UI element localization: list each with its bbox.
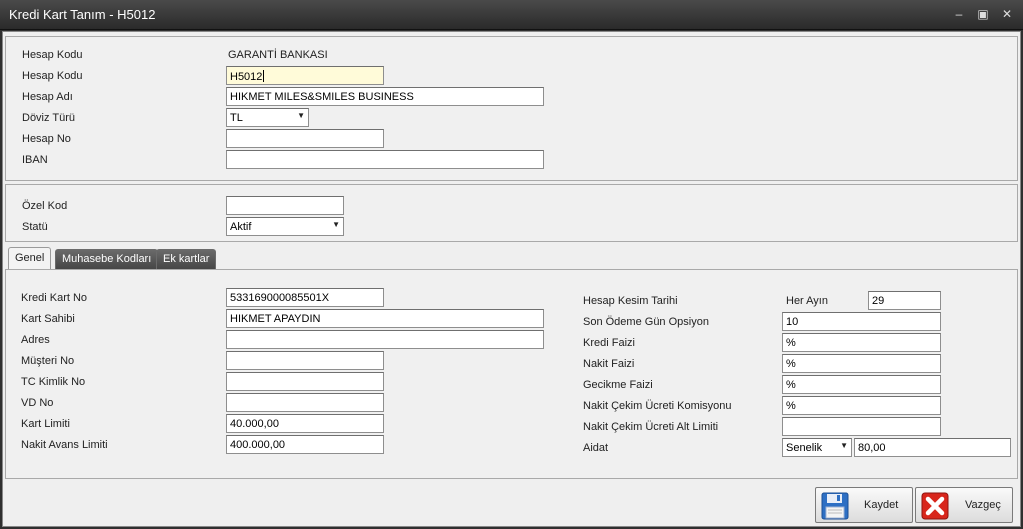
card-no-label: Kredi Kart No (21, 292, 88, 304)
general-tab-panel: Kredi Kart No 533169000085501X Kart Sahi… (5, 269, 1018, 479)
tab-accounting-codes[interactable]: Muhasebe Kodları (55, 249, 159, 269)
tab-extra-cards[interactable]: Ek kartlar (156, 249, 217, 269)
cash-limit-input[interactable]: 400.000,00 (226, 435, 384, 454)
cash-fee-min-label: Nakit Çekim Ücreti Alt Limiti (583, 421, 719, 433)
cancel-button-label: Vazgeç (965, 499, 1001, 511)
iban-label: IBAN (22, 154, 48, 166)
card-holder-input[interactable]: HIKMET APAYDIN (226, 309, 544, 328)
floppy-disk-icon (821, 492, 849, 520)
due-day-input[interactable]: 10 (782, 312, 941, 331)
due-day-label: Son Ödeme Gün Opsiyon (583, 316, 709, 328)
fee-period-select[interactable]: Senelik ▼ (782, 438, 852, 457)
late-interest-input[interactable]: % (782, 375, 941, 394)
bank-name: GARANTİ BANKASI (228, 49, 328, 61)
address-label: Adres (21, 334, 50, 346)
account-name-label: Hesap Adı (22, 91, 73, 103)
fee-amount-input[interactable]: 80,00 (854, 438, 1011, 457)
cash-interest-label: Nakit Faizi (583, 358, 635, 370)
account-code-label: Hesap Kodu (22, 70, 83, 82)
close-icon[interactable]: ✕ (998, 6, 1016, 22)
status-select[interactable]: Aktif ▼ (226, 217, 344, 236)
fee-label: Aidat (583, 442, 609, 454)
cash-fee-commission-input[interactable]: % (782, 396, 941, 415)
address-input[interactable] (226, 330, 544, 349)
save-button[interactable]: Kaydet (815, 487, 913, 523)
cash-fee-min-input[interactable] (782, 417, 941, 436)
status-label: Statü (22, 221, 48, 233)
cash-limit-label: Nakit Avans Limiti (21, 439, 108, 451)
tc-id-input[interactable] (226, 372, 384, 391)
card-no-input[interactable]: 533169000085501X (226, 288, 384, 307)
account-name-input[interactable]: HIKMET MILES&SMILES BUSINESS (226, 87, 544, 106)
currency-label: Döviz Türü (22, 112, 75, 124)
form-body: Hesap Kodu GARANTİ BANKASI Hesap Kodu H5… (2, 31, 1021, 527)
minimize-icon[interactable]: – (950, 6, 968, 22)
customer-no-input[interactable] (226, 351, 384, 370)
customer-no-label: Müşteri No (21, 355, 75, 367)
cash-fee-commission-label: Nakit Çekim Ücreti Komisyonu (583, 400, 732, 412)
tab-general[interactable]: Genel (8, 247, 52, 270)
tax-no-input[interactable] (226, 393, 384, 412)
status-value: Aktif (230, 221, 252, 233)
account-panel: Hesap Kodu GARANTİ BANKASI Hesap Kodu H5… (5, 36, 1018, 181)
window: Kredi Kart Tanım - H5012 – ▣ ✕ Hesap Kod… (0, 0, 1023, 529)
fee-period-value: Senelik (786, 442, 823, 454)
statement-date-label: Hesap Kesim Tarihi (583, 295, 678, 307)
cancel-button[interactable]: Vazgeç (915, 487, 1013, 523)
statement-day-input[interactable]: 29 (868, 291, 941, 310)
special-code-input[interactable] (226, 196, 344, 215)
window-title: Kredi Kart Tanım - H5012 (9, 7, 156, 22)
credit-interest-label: Kredi Faizi (583, 337, 635, 349)
card-limit-input[interactable]: 40.000,00 (226, 414, 384, 433)
currency-value: TL (230, 112, 243, 124)
account-no-input[interactable] (226, 129, 384, 148)
status-panel: Özel Kod Statü Aktif ▼ (5, 184, 1018, 242)
card-limit-label: Kart Limiti (21, 418, 70, 430)
chevron-down-icon: ▼ (840, 441, 848, 450)
currency-select[interactable]: TL ▼ (226, 108, 309, 127)
bank-label: Hesap Kodu (22, 49, 83, 61)
chevron-down-icon: ▼ (332, 220, 340, 229)
credit-interest-input[interactable]: % (782, 333, 941, 352)
account-no-label: Hesap No (22, 133, 71, 145)
tax-no-label: VD No (21, 397, 54, 409)
chevron-down-icon: ▼ (297, 111, 305, 120)
iban-input[interactable] (226, 150, 544, 169)
title-bar[interactable]: Kredi Kart Tanım - H5012 – ▣ ✕ (0, 0, 1023, 30)
card-holder-label: Kart Sahibi (21, 313, 75, 325)
special-code-label: Özel Kod (22, 200, 68, 212)
maximize-icon[interactable]: ▣ (974, 6, 992, 22)
cash-interest-input[interactable]: % (782, 354, 941, 373)
red-x-icon (921, 492, 949, 520)
tc-id-label: TC Kimlik No (21, 376, 86, 388)
late-interest-label: Gecikme Faizi (583, 379, 653, 391)
save-button-label: Kaydet (864, 499, 899, 511)
statement-every-month-label: Her Ayın (786, 295, 828, 307)
account-code-input[interactable]: H5012 (226, 66, 384, 85)
